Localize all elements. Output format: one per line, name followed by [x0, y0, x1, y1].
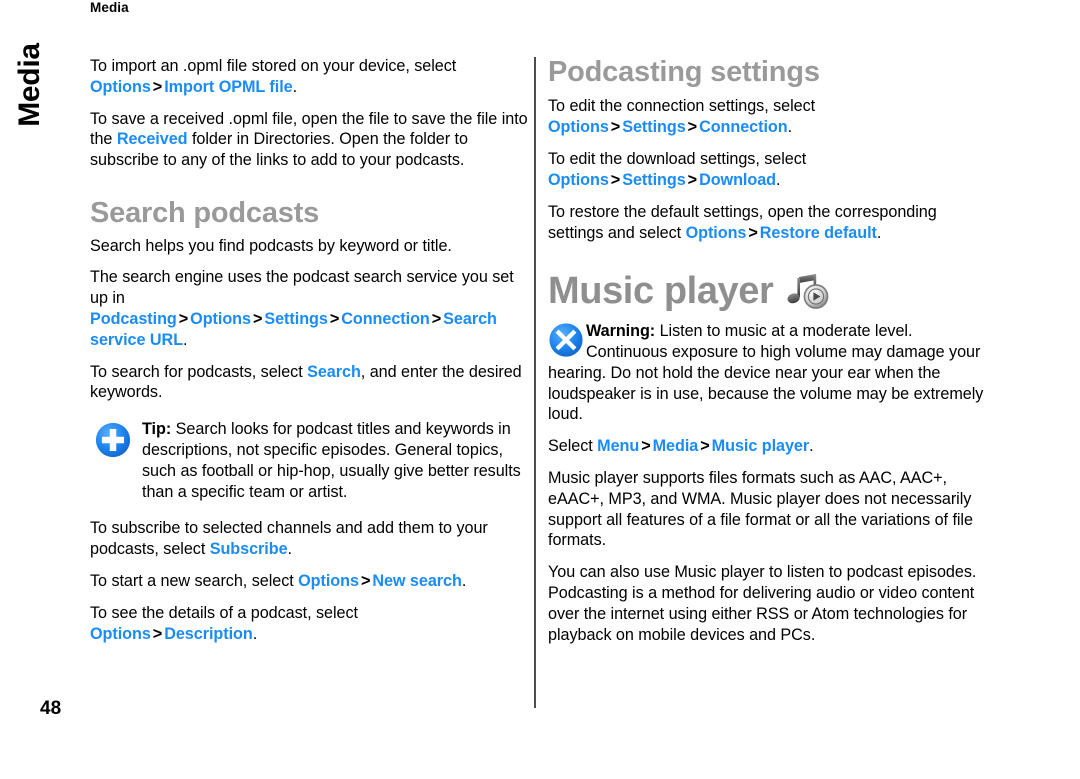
ui-term-options: Options	[90, 77, 151, 96]
tip-label: Tip:	[142, 420, 172, 439]
ui-term-music-player: Music player	[711, 437, 810, 456]
text-fragment: To import an .opml file stored on your d…	[90, 57, 457, 75]
ui-term-import-opml-file: Import OPML file	[164, 77, 293, 96]
ui-term-media: Media	[652, 437, 699, 456]
warning-note: Warning: Listen to music at a moderate l…	[548, 321, 988, 425]
paragraph-new-search: To start a new search, select Options > Ne…	[90, 571, 528, 592]
heading-music-player: Music player	[548, 271, 988, 313]
ui-term-search: Search	[307, 362, 361, 381]
path-separator: >	[152, 77, 163, 96]
text-fragment: .	[287, 540, 293, 559]
path-separator: >	[687, 118, 698, 137]
ui-term-options: Options	[90, 624, 151, 643]
paragraph-connection-settings: To edit the connection settings, select …	[548, 96, 988, 138]
manual-page: Media Media To import an .opml file stor…	[0, 0, 1080, 779]
path-separator: >	[178, 309, 189, 328]
text-fragment: .	[461, 572, 467, 591]
right-column: Podcasting settings To edit the connecti…	[548, 56, 988, 646]
text-fragment: To edit the download settings, select	[548, 150, 807, 169]
ui-term-subscribe: Subscribe	[209, 540, 288, 559]
ui-term-connection: Connection	[341, 309, 430, 328]
warning-x-icon	[548, 322, 584, 358]
ui-term-options: Options	[548, 170, 609, 189]
music-note-play-icon	[785, 273, 829, 311]
ui-term-connection: Connection	[699, 118, 788, 137]
ui-term-download: Download	[699, 170, 777, 189]
heading-music-player-label: Music player	[548, 270, 774, 313]
ui-term-settings: Settings	[622, 170, 686, 189]
text-fragment: The search engine uses the podcast searc…	[90, 268, 514, 308]
ui-term-settings: Settings	[622, 118, 686, 137]
column-divider	[534, 57, 536, 708]
paragraph-download-settings: To edit the download settings, select Op…	[548, 149, 988, 191]
paragraph-subscribe: To subscribe to selected channels and ad…	[90, 518, 528, 560]
tip-plus-icon	[94, 421, 132, 459]
path-separator: >	[329, 309, 340, 328]
path-separator: >	[431, 309, 442, 328]
path-separator: >	[252, 309, 263, 328]
ui-term-options: Options	[685, 223, 747, 242]
text-fragment: To see the details of a podcast, select	[90, 603, 359, 622]
text-fragment: To search for podcasts, select	[90, 362, 308, 381]
heading-search-podcasts: Search podcasts	[90, 197, 320, 230]
ui-term-new-search: New search	[372, 572, 462, 591]
ui-term-received: Received	[116, 130, 188, 149]
ui-term-settings: Settings	[264, 309, 328, 328]
ui-term-options: Options	[190, 309, 251, 328]
paragraph-podcast-details: To see the details of a podcast, select …	[90, 603, 528, 645]
ui-term-podcasting: Podcasting	[90, 309, 177, 328]
paragraph-import-opml: To import an .opml file stored on your d…	[90, 56, 528, 98]
tip-text: Tip: Search looks for podcast titles and…	[142, 419, 528, 502]
page-number: 48	[40, 698, 62, 719]
paragraph-search-helps: Search helps you find podcasts by keywor…	[90, 236, 452, 255]
warning-label: Warning:	[586, 322, 656, 341]
text-fragment: Select	[548, 437, 598, 456]
text-fragment: .	[809, 437, 814, 456]
paragraph-supported-formats: Music player supports files formats such…	[548, 469, 973, 550]
path-separator: >	[687, 170, 698, 189]
paragraph-podcast-episodes: You can also use Music player to listen …	[548, 563, 977, 644]
ui-term-options: Options	[548, 118, 609, 137]
path-separator: >	[610, 170, 621, 189]
running-header: Media	[90, 0, 129, 15]
text-fragment: .	[183, 330, 188, 349]
paragraph-select-menu-path: Select Menu > Media > Music player.	[548, 436, 988, 457]
tip-note: Tip: Search looks for podcast titles and…	[90, 419, 528, 502]
ui-term-description: Description	[164, 624, 253, 643]
text-fragment: .	[292, 77, 298, 96]
path-separator: >	[700, 437, 710, 456]
text-fragment: Search looks for podcast titles and keyw…	[142, 420, 521, 501]
text-fragment: .	[252, 624, 258, 643]
path-separator: >	[610, 118, 621, 137]
path-separator: >	[641, 437, 651, 456]
paragraph-to-search: To search for podcasts, select Search, a…	[90, 362, 528, 404]
ui-term-options: Options	[298, 572, 359, 591]
text-fragment: To edit the connection settings, select	[548, 97, 816, 116]
paragraph-restore-defaults: To restore the default settings, open th…	[548, 202, 988, 244]
warning-text: Warning: Listen to music at a moderate l…	[548, 321, 988, 425]
paragraph-search-engine: The search engine uses the podcast searc…	[90, 267, 528, 350]
ui-term-restore-default: Restore default	[759, 223, 877, 242]
side-tab-media: Media	[13, 43, 46, 127]
text-fragment: .	[787, 118, 793, 137]
heading-podcasting-settings: Podcasting settings	[548, 56, 820, 88]
ui-term-menu: Menu	[597, 437, 640, 456]
path-separator: >	[748, 223, 758, 242]
paragraph-save-received-opml: To save a received .opml file, open the …	[90, 109, 528, 171]
path-separator: >	[152, 624, 163, 643]
text-fragment: .	[776, 170, 781, 189]
text-fragment: .	[876, 223, 882, 242]
path-separator: >	[360, 572, 371, 591]
left-column: To import an .opml file stored on your d…	[90, 56, 528, 645]
text-fragment: To start a new search, select	[90, 572, 299, 591]
